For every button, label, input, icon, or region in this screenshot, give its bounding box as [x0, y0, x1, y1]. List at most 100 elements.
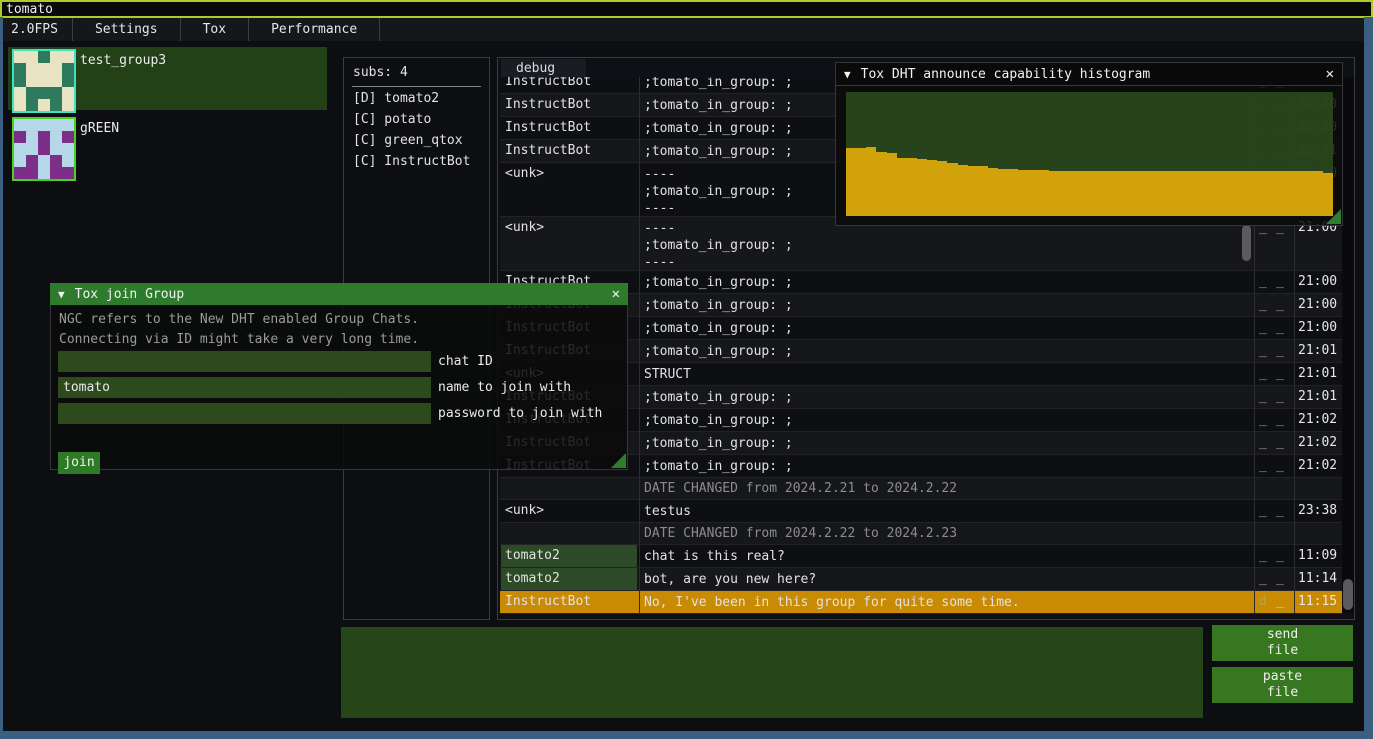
- avatar-pixel: [50, 155, 62, 167]
- message-timestamp: 21:00: [1298, 297, 1337, 312]
- histogram-bar: [846, 148, 856, 216]
- message-timestamp: 11:14: [1298, 571, 1337, 586]
- avatar-pixel: [26, 87, 38, 99]
- histogram-bar: [1049, 171, 1059, 216]
- message-status-flag-2: _: [1276, 548, 1284, 563]
- message-status-flag-2: _: [1276, 343, 1284, 358]
- join-name-label: name to join with: [438, 380, 571, 395]
- message-status-flag-2: _: [1276, 274, 1284, 289]
- tab-debug[interactable]: debug: [501, 59, 586, 77]
- send-file-label: send: [1267, 627, 1298, 642]
- avatar-pixel: [62, 119, 74, 131]
- chat-row[interactable]: <unk>testus__23:38: [500, 500, 1342, 523]
- histogram-bar: [876, 152, 886, 216]
- chat-row[interactable]: DATE CHANGED from 2024.2.22 to 2024.2.23: [500, 523, 1342, 545]
- message-timestamp: 21:00: [1298, 274, 1337, 289]
- avatar-pixel: [50, 119, 62, 131]
- avatar-pixel: [38, 99, 50, 111]
- subs-count-label: subs: 4: [353, 65, 408, 80]
- histogram-bar: [1110, 171, 1120, 216]
- histogram-bar: [1008, 169, 1018, 216]
- histogram-bar: [1231, 171, 1241, 216]
- message-status-flag-2: _: [1276, 458, 1284, 473]
- sender-name: InstructBot: [501, 140, 637, 162]
- member-item[interactable]: [C] InstructBot: [353, 154, 470, 175]
- histogram-bar: [927, 160, 937, 216]
- chat-scrollbar-track[interactable]: [1342, 72, 1354, 613]
- send-file-button[interactable]: sendfile: [1212, 625, 1353, 661]
- member-item[interactable]: [C] potato: [353, 112, 431, 133]
- histogram-bar: [866, 147, 876, 216]
- histogram-bar: [1120, 171, 1130, 216]
- join-button[interactable]: join: [58, 452, 100, 474]
- message-input[interactable]: [341, 627, 1203, 718]
- chat-scrollbar-handle[interactable]: [1343, 579, 1353, 610]
- histogram-bar: [1059, 171, 1069, 216]
- dht-histogram-plot[interactable]: [846, 92, 1333, 216]
- histogram-bar: [978, 166, 988, 216]
- menu-item-performance[interactable]: Performance: [249, 18, 380, 41]
- collapse-arrow-icon[interactable]: ▼: [58, 288, 65, 301]
- message-status-flag-1: _: [1259, 571, 1267, 586]
- message-scrollbar-handle[interactable]: [1242, 225, 1251, 261]
- resize-grip[interactable]: [1326, 209, 1341, 224]
- group-row-test_group3[interactable]: test_group3: [8, 47, 327, 110]
- avatar-pixel: [50, 75, 62, 87]
- window-titlebar[interactable]: tomato: [0, 0, 1373, 18]
- close-icon[interactable]: ✕: [1326, 66, 1334, 82]
- histogram-bar: [1282, 171, 1292, 216]
- avatar-pixel: [38, 75, 50, 87]
- chat-row[interactable]: DATE CHANGED from 2024.2.21 to 2024.2.22: [500, 478, 1342, 500]
- column-divider[interactable]: [639, 72, 640, 613]
- chat-row[interactable]: tomato2chat is this real?__11:09: [500, 545, 1342, 568]
- avatar-pixel: [50, 63, 62, 75]
- avatar-pixel: [62, 143, 74, 155]
- message-text: ;tomato_in_group: ;: [644, 386, 1250, 408]
- avatar-pixel: [50, 51, 62, 63]
- histogram-bar: [907, 158, 917, 216]
- message-status-flag-1: _: [1259, 389, 1267, 404]
- sender-name: InstructBot: [501, 591, 637, 613]
- avatar-pixel: [26, 51, 38, 63]
- message-status-flag-1: _: [1259, 343, 1267, 358]
- avatar-pixel: [38, 143, 50, 155]
- member-item[interactable]: [D] tomato2: [353, 91, 439, 112]
- histogram-bar: [1292, 171, 1302, 216]
- avatar-pixel: [62, 75, 74, 87]
- join-group-titlebar[interactable]: ▼ Tox join Group ✕: [50, 283, 628, 305]
- resize-grip[interactable]: [611, 453, 626, 468]
- avatar-pixel: [50, 167, 62, 179]
- chat-row[interactable]: InstructBotNo, I've been in this group f…: [500, 591, 1342, 614]
- dht-histogram-titlebar[interactable]: ▼ Tox DHT announce capability histogram …: [835, 62, 1343, 86]
- menu-item-tox[interactable]: Tox: [181, 18, 249, 41]
- histogram-bar: [856, 148, 866, 216]
- window-title: tomato: [6, 2, 53, 17]
- paste-file-button[interactable]: pastefile: [1212, 667, 1353, 703]
- join-name-input[interactable]: [58, 377, 431, 398]
- join-group-title: Tox join Group: [75, 287, 185, 302]
- histogram-bar: [958, 165, 968, 216]
- group-row-gREEN[interactable]: gREEN: [8, 115, 327, 178]
- avatar-pixel: [62, 87, 74, 99]
- avatar-pixel: [14, 63, 26, 75]
- avatar-pixel: [38, 131, 50, 143]
- histogram-bar: [1201, 171, 1211, 216]
- avatar-pixel: [38, 63, 50, 75]
- message-text: ;tomato_in_group: ;: [644, 432, 1250, 454]
- group-avatar: [12, 117, 76, 181]
- avatar-pixel: [38, 155, 50, 167]
- message-timestamp: 23:38: [1298, 503, 1337, 518]
- close-icon[interactable]: ✕: [612, 286, 620, 302]
- dht-histogram-title: Tox DHT announce capability histogram: [861, 67, 1151, 82]
- join-password-input[interactable]: [58, 403, 431, 424]
- chat-row[interactable]: tomato2bot, are you new here?__11:14: [500, 568, 1342, 591]
- menu-item-settings[interactable]: Settings: [73, 18, 181, 41]
- collapse-arrow-icon[interactable]: ▼: [844, 68, 851, 81]
- chat-id-input[interactable]: [58, 351, 431, 372]
- histogram-bar: [1150, 171, 1160, 216]
- member-item[interactable]: [C] green_qtox: [353, 133, 463, 154]
- avatar-pixel: [14, 75, 26, 87]
- message-timestamp: 21:01: [1298, 366, 1337, 381]
- message-status-flag-2: _: [1276, 366, 1284, 381]
- menu-item-2-0fps[interactable]: 2.0FPS: [3, 18, 73, 41]
